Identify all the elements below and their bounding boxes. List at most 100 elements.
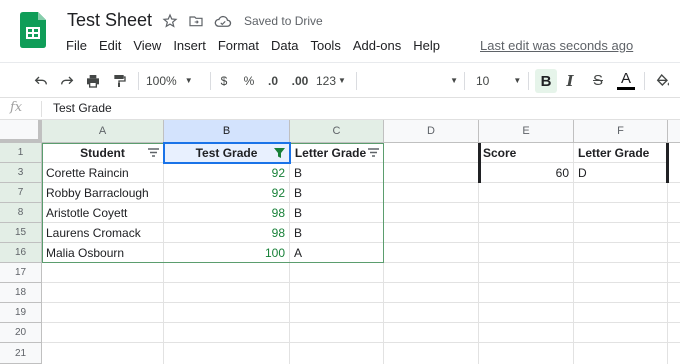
toolbar-divider (464, 72, 465, 90)
currency-format-button[interactable]: $ (216, 63, 232, 98)
menu-insert[interactable]: Insert (173, 38, 206, 53)
sheets-logo-icon[interactable] (20, 12, 46, 48)
chevron-down-icon: ▼ (338, 76, 346, 85)
lookup-table-right-border (666, 143, 669, 183)
row-header[interactable]: 19 (0, 303, 42, 323)
toolbar-divider (138, 72, 139, 90)
bold-button[interactable]: B (535, 69, 557, 93)
redo-icon (61, 76, 74, 84)
undo-button[interactable] (30, 63, 52, 98)
menu-view[interactable]: View (133, 38, 161, 53)
cell-lookup-letter-header[interactable]: Letter Grade (574, 143, 668, 163)
document-title[interactable]: Test Sheet (67, 10, 152, 31)
chevron-down-icon: ▼ (184, 76, 193, 85)
cell-test-grade[interactable]: 100 (164, 243, 290, 263)
cell-test-grade[interactable]: 98 (164, 203, 290, 223)
select-all-corner[interactable] (0, 120, 42, 143)
cell-header-student-text: Student (80, 145, 125, 160)
more-formats-label: 123 (316, 73, 337, 88)
menu-edit[interactable]: Edit (99, 38, 121, 53)
cell-letter-grade[interactable]: B (290, 223, 384, 243)
menu-format[interactable]: Format (218, 38, 259, 53)
row-header[interactable]: 15 (0, 223, 42, 243)
move-folder-icon[interactable] (188, 13, 204, 29)
cell-empty[interactable] (384, 163, 479, 183)
toolbar-divider (210, 72, 211, 90)
menu-add-ons[interactable]: Add-ons (353, 38, 401, 53)
cell-score-header[interactable]: Score (479, 143, 574, 163)
print-button[interactable] (82, 63, 104, 98)
cell-letter-grade[interactable]: B (290, 163, 384, 183)
increase-decimal-button[interactable]: .00 (288, 63, 312, 98)
text-color-label: A (620, 70, 631, 87)
spreadsheet-grid: A B C D E F 1 3 7 8 15 16 17 18 19 20 21… (0, 120, 680, 364)
filter-icon[interactable] (368, 148, 379, 157)
row-header[interactable]: 1 (0, 143, 42, 163)
filter-icon[interactable] (148, 148, 159, 157)
cell-student[interactable]: Aristotle Coyett (42, 203, 164, 223)
italic-button[interactable]: I (560, 63, 580, 98)
more-formats-select[interactable]: 123 ▼ (316, 63, 350, 98)
row-header[interactable]: 18 (0, 283, 42, 303)
fill-color-button[interactable] (652, 63, 674, 98)
cell-header-student[interactable]: Student (42, 143, 164, 163)
strikethrough-button[interactable]: S (588, 63, 608, 98)
chevron-down-icon: ▼ (513, 76, 522, 85)
menu-file[interactable]: File (66, 38, 87, 53)
paint-format-button[interactable] (108, 63, 130, 98)
toolbar: 100% ▼ $ % .0 .00 123 ▼ ▼ 10 ▼ B I S A (0, 62, 680, 98)
cell-student[interactable]: Robby Barraclough (42, 183, 164, 203)
cell-test-grade[interactable]: 92 (164, 183, 290, 203)
cell-lookup-letter-value[interactable]: D (574, 163, 668, 183)
column-header-e[interactable]: E (479, 120, 574, 143)
menu-tools[interactable]: Tools (310, 38, 340, 53)
cell-letter-grade[interactable]: B (290, 203, 384, 223)
row-header[interactable]: 17 (0, 263, 42, 283)
toolbar-divider (644, 72, 645, 90)
formula-bar: fx Test Grade (0, 98, 680, 120)
cell-student[interactable]: Malia Osbourn (42, 243, 164, 263)
cell-letter-grade[interactable]: B (290, 183, 384, 203)
percent-format-button[interactable]: % (241, 63, 257, 98)
formula-bar-divider (41, 101, 42, 117)
zoom-select[interactable]: 100% ▼ (146, 63, 202, 98)
column-header-b[interactable]: B (164, 120, 290, 143)
star-icon[interactable] (162, 13, 178, 29)
cell-test-grade[interactable]: 98 (164, 223, 290, 243)
font-size-select[interactable]: 10 ▼ (470, 63, 522, 98)
cell-test-grade[interactable]: 92 (164, 163, 290, 183)
row-header[interactable]: 20 (0, 323, 42, 343)
lookup-table-left-border (478, 143, 481, 183)
row-header[interactable]: 8 (0, 203, 42, 223)
column-header-d[interactable]: D (384, 120, 479, 143)
cell-d1[interactable] (384, 143, 479, 163)
decrease-decimal-button[interactable]: .0 (263, 63, 283, 98)
cell-header-test-grade[interactable]: Test Grade (164, 143, 290, 163)
row-header[interactable]: 21 (0, 343, 42, 364)
title-icons: Saved to Drive (162, 13, 323, 29)
last-edit-link[interactable]: Last edit was seconds ago (480, 38, 633, 53)
cell-student[interactable]: Corette Raincin (42, 163, 164, 183)
chevron-down-icon: ▼ (450, 76, 458, 85)
filter-active-icon[interactable] (274, 148, 285, 158)
menu-help[interactable]: Help (413, 38, 440, 53)
row-header[interactable]: 7 (0, 183, 42, 203)
menu-bar: File Edit View Insert Format Data Tools … (66, 38, 440, 53)
row-header[interactable]: 16 (0, 243, 42, 263)
cell-header-letter-grade[interactable]: Letter Grade (290, 143, 384, 163)
column-header-g[interactable] (668, 120, 680, 143)
cell-letter-grade[interactable]: A (290, 243, 384, 263)
menu-data[interactable]: Data (271, 38, 298, 53)
row-header[interactable]: 3 (0, 163, 42, 183)
text-color-button[interactable]: A (614, 63, 638, 98)
formula-input[interactable]: Test Grade (53, 101, 112, 115)
cell-score-value[interactable]: 60 (479, 163, 574, 183)
cell-student[interactable]: Laurens Cromack (42, 223, 164, 243)
cloud-saved-icon[interactable] (214, 13, 232, 29)
redo-button[interactable] (56, 63, 78, 98)
column-header-a[interactable]: A (42, 120, 164, 143)
italic-icon: I (566, 71, 574, 90)
column-header-c[interactable]: C (290, 120, 384, 143)
font-family-select[interactable]: ▼ (362, 63, 458, 98)
column-header-f[interactable]: F (574, 120, 668, 143)
